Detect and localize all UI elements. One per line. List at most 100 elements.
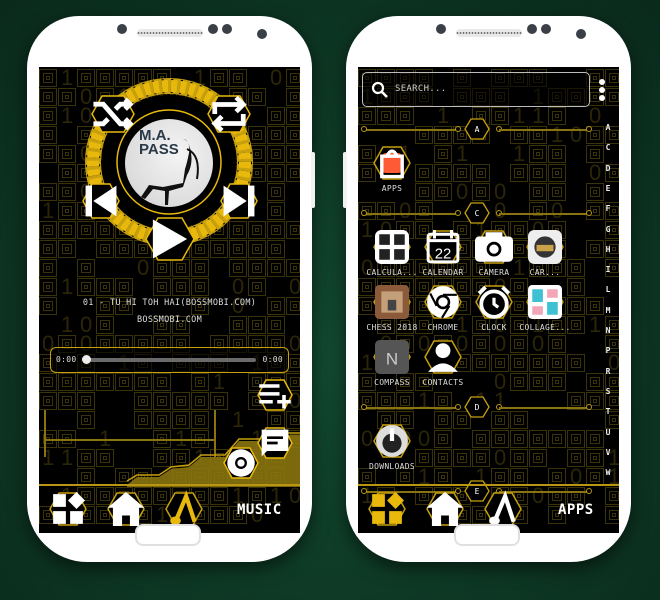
message-button[interactable] <box>257 427 293 459</box>
seek-thumb[interactable] <box>82 355 91 364</box>
alphabet-index-letter[interactable]: P <box>603 346 613 355</box>
app-icon-frame[interactable] <box>424 340 462 374</box>
app-icon-frame[interactable] <box>373 146 411 180</box>
app-icon-frame[interactable]: N <box>373 340 411 374</box>
pattern-square <box>191 392 209 410</box>
app-item[interactable]: 22 CALENDAR <box>423 230 463 280</box>
pattern-digit: 1 <box>61 274 74 299</box>
alphabet-index-letter[interactable]: F <box>603 204 613 213</box>
dock-music-button[interactable] <box>165 490 203 526</box>
repeat-button[interactable] <box>207 95 251 133</box>
pattern-square <box>567 430 585 448</box>
app-icon-frame[interactable] <box>526 230 564 264</box>
alphabet-index-letter[interactable]: E <box>603 184 613 193</box>
app-icon-frame[interactable]: 22 <box>424 230 462 264</box>
app-icon-frame[interactable] <box>526 285 564 319</box>
alphabet-index-letter[interactable]: A <box>603 123 613 132</box>
pattern-digit: 0 <box>494 445 507 470</box>
app-item[interactable]: CONTACTS <box>423 340 463 390</box>
home-hardware-button[interactable] <box>135 524 201 546</box>
alphabet-index-letter[interactable]: M <box>603 306 613 315</box>
app-icon-frame[interactable] <box>373 230 411 264</box>
alphabet-index-letter[interactable]: R <box>603 367 613 376</box>
alphabet-index-letter[interactable]: V <box>603 448 613 457</box>
search-bar[interactable]: SEARCH... <box>362 72 590 107</box>
app-item[interactable]: N COMPASS <box>373 340 411 390</box>
pattern-square <box>586 449 604 467</box>
phone-apps: 1111101011100000000101010101101100000100… <box>343 16 631 562</box>
widgets-icon <box>368 492 406 526</box>
app-icon-frame[interactable] <box>373 285 411 319</box>
section-rule <box>364 213 458 215</box>
alphabet-index-letter[interactable]: W <box>603 468 613 477</box>
calendar-icon: 22 <box>424 230 462 264</box>
app-item[interactable]: CLOCK <box>475 285 513 335</box>
pattern-square <box>286 145 300 163</box>
pattern-square <box>172 259 190 277</box>
app-icon-frame[interactable] <box>475 285 513 319</box>
pattern-square <box>210 392 228 410</box>
app-item[interactable]: COLLAGE... <box>519 285 570 335</box>
section-rule-dot <box>361 210 367 216</box>
app-item[interactable]: CHESS 2018 <box>366 285 417 335</box>
pattern-square <box>96 373 114 391</box>
message-icon <box>257 427 293 459</box>
pattern-square <box>605 506 619 524</box>
svg-text:N: N <box>386 349 398 368</box>
section-rule-dot <box>586 210 592 216</box>
app-icon-frame[interactable] <box>373 424 411 458</box>
pattern-square <box>567 449 585 467</box>
next-button[interactable] <box>220 183 258 219</box>
pattern-square <box>548 335 566 353</box>
pattern-square <box>434 430 452 448</box>
app-item[interactable]: CAR... <box>526 230 564 280</box>
dock-home-button[interactable] <box>426 492 464 526</box>
pattern-square <box>510 373 528 391</box>
chrome-shortcut-button[interactable] <box>223 447 259 479</box>
alphabet-index-letter[interactable]: D <box>603 164 613 173</box>
pattern-digit: 0 <box>532 331 545 356</box>
home-icon <box>107 492 145 526</box>
search-input[interactable]: SEARCH... <box>395 84 446 94</box>
section-rule <box>499 129 589 131</box>
app-icon-frame[interactable] <box>424 285 462 319</box>
section-rule-dot <box>361 126 367 132</box>
alphabet-index-letter[interactable]: T <box>603 407 613 416</box>
app-item[interactable]: DOWNLOADS <box>369 424 415 474</box>
app-item[interactable]: APPS <box>373 146 411 196</box>
pattern-digit: 0 <box>232 274 245 299</box>
alphabet-index-letter[interactable]: U <box>603 428 613 437</box>
dock-home-button[interactable] <box>107 492 145 526</box>
repeat-icon <box>207 95 251 133</box>
dock-music-button[interactable] <box>484 490 522 526</box>
alphabet-index-letter[interactable]: N <box>603 326 613 335</box>
sensor <box>527 24 537 34</box>
pattern-square <box>267 240 285 258</box>
app-item[interactable]: CALCULA... <box>366 230 417 280</box>
more-vert-icon[interactable] <box>598 79 606 103</box>
dock-widgets-button[interactable] <box>368 492 406 526</box>
app-item[interactable]: CHROME <box>424 285 462 335</box>
play-button[interactable] <box>145 217 195 261</box>
app-label: CLOCK <box>481 323 507 332</box>
alphabet-index-letter[interactable]: C <box>603 143 613 152</box>
alphabet-index-letter[interactable]: I <box>603 265 613 274</box>
previous-button[interactable] <box>82 183 120 219</box>
alphabet-index-letter[interactable]: L <box>603 285 613 294</box>
pattern-square <box>58 221 76 239</box>
pattern-square <box>472 449 490 467</box>
shuffle-button[interactable] <box>91 95 135 133</box>
section-rule <box>499 213 589 215</box>
pattern-square <box>472 164 490 182</box>
home-hardware-button[interactable] <box>454 524 520 546</box>
dock-widgets-button[interactable] <box>49 492 87 526</box>
app-item[interactable]: CAMERA <box>475 230 513 280</box>
alphabet-index-letter[interactable]: G <box>603 225 613 234</box>
app-icon-frame[interactable] <box>475 230 513 264</box>
progress-panel: 0:00 0:00 <box>50 347 289 373</box>
seek-bar[interactable] <box>84 358 256 362</box>
alphabet-index-letter[interactable]: S <box>603 387 613 396</box>
add-to-playlist-button[interactable] <box>257 379 293 411</box>
alphabet-index-letter[interactable]: H <box>603 245 613 254</box>
compass-icon: N <box>373 340 411 374</box>
